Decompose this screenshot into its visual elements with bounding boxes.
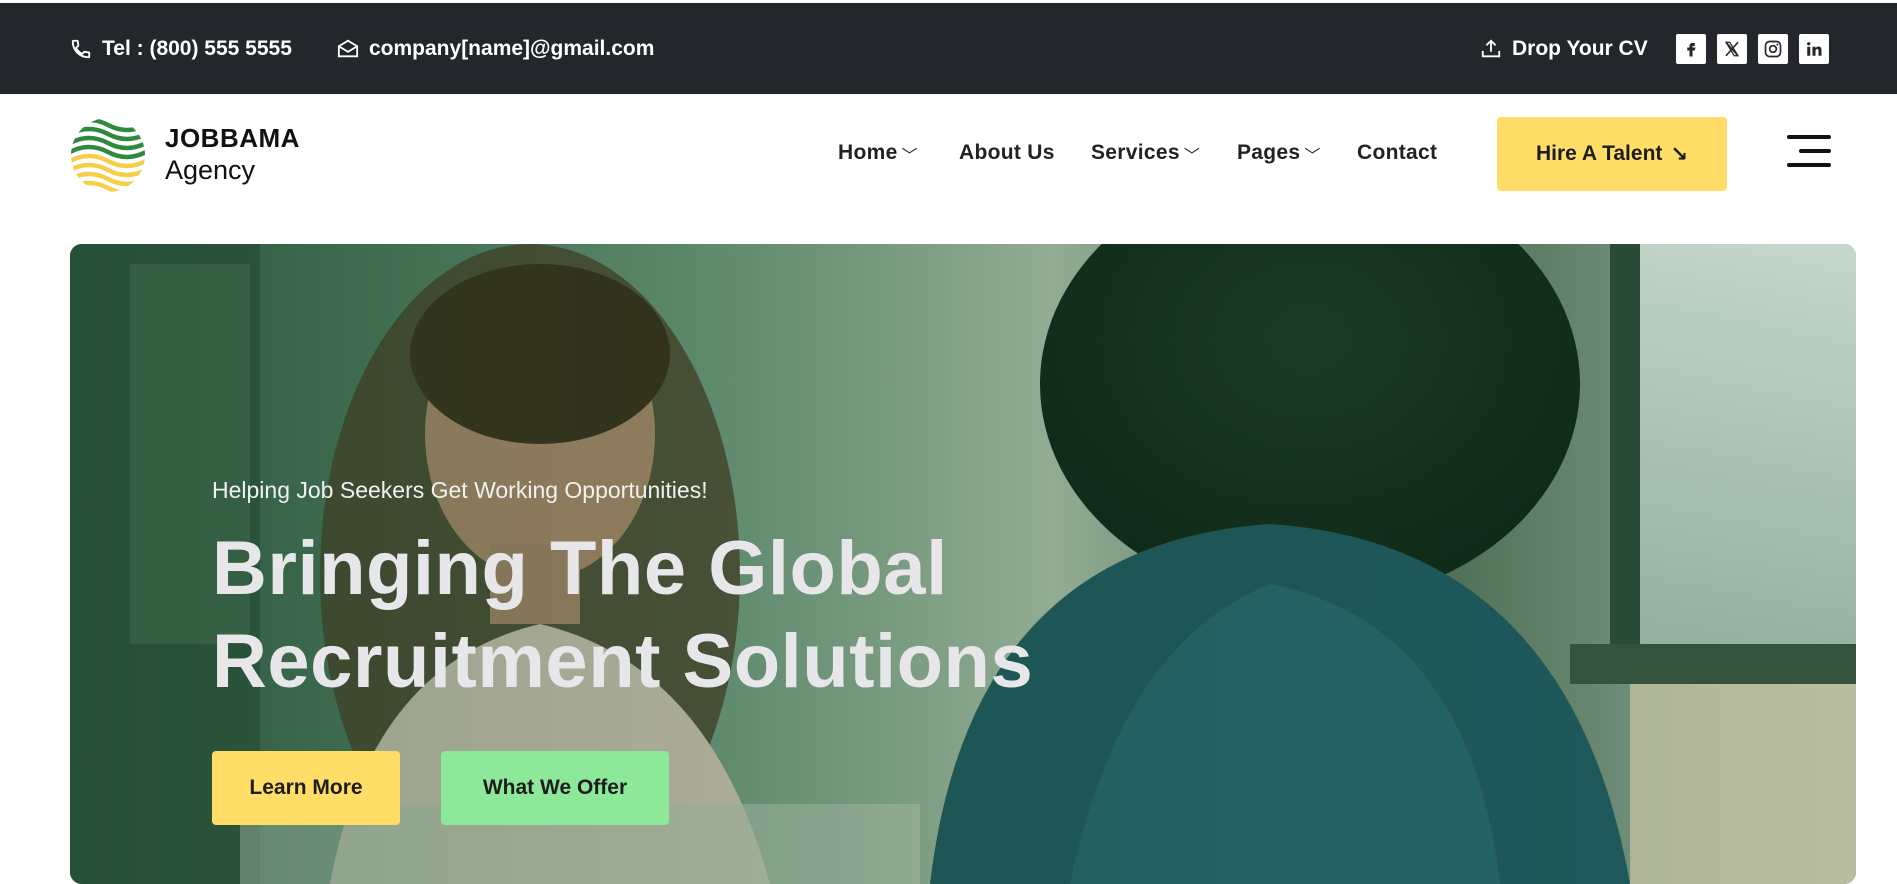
upload-icon [1481, 38, 1501, 57]
hero-title-line-2: Recruitment Solutions [212, 619, 1034, 704]
email-contact[interactable]: company[name]@gmail.com [337, 3, 654, 94]
learn-more-button[interactable]: Learn More [212, 751, 400, 825]
chevron-down-icon: ﹀ [1304, 148, 1321, 165]
hero-title: Bringing The Global Recruitment Solution… [212, 522, 1112, 708]
brand-name[interactable]: JOBBAMA [165, 123, 300, 154]
phone-contact[interactable]: Tel : (800) 555 5555 [70, 3, 292, 94]
nav-services-label: Services [1091, 141, 1180, 164]
phone-text: Tel : (800) 555 5555 [102, 36, 292, 60]
arrow-down-right-icon: ↘ [1670, 142, 1689, 166]
linkedin-icon[interactable] [1799, 34, 1829, 64]
hero-banner: Helping Job Seekers Get Working Opportun… [70, 244, 1856, 884]
instagram-icon[interactable] [1758, 34, 1788, 64]
hero-subtitle: Helping Job Seekers Get Working Opportun… [212, 477, 708, 503]
nav-contact[interactable]: Contact [1357, 141, 1437, 165]
logo-icon[interactable] [70, 117, 146, 193]
chevron-down-icon: ﹀ [901, 148, 918, 165]
nav-pages[interactable]: Pages ﹀ [1237, 141, 1321, 165]
drop-cv-text: Drop Your CV [1512, 36, 1648, 60]
brand-subtitle: Agency [165, 155, 256, 185]
nav-home[interactable]: Home ﹀ [838, 141, 918, 165]
email-text: company[name]@gmail.com [369, 36, 655, 60]
top-bar: Tel : (800) 555 5555 company[name]@gmail… [0, 3, 1897, 94]
nav-contact-label: Contact [1357, 141, 1438, 164]
hire-talent-button[interactable]: Hire A Talent ↘ [1497, 117, 1727, 191]
drop-cv-link[interactable]: Drop Your CV [1480, 3, 1648, 94]
what-we-offer-button[interactable]: What We Offer [441, 751, 669, 825]
x-icon[interactable] [1717, 34, 1747, 64]
envelope-icon [337, 39, 359, 57]
nav-services[interactable]: Services ﹀ [1091, 141, 1200, 165]
hero-title-line-1: Bringing The Global [212, 526, 948, 611]
facebook-icon[interactable] [1676, 34, 1706, 64]
nav-about-label: About Us [959, 141, 1055, 164]
hamburger-menu-icon[interactable] [1787, 135, 1831, 167]
hire-talent-label: Hire A Talent [1535, 142, 1663, 165]
nav-pages-label: Pages [1237, 141, 1301, 164]
nav-about[interactable]: About Us [959, 141, 1055, 165]
nav-home-label: Home [838, 141, 898, 164]
phone-icon [71, 39, 91, 58]
chevron-down-icon: ﹀ [1183, 148, 1201, 165]
